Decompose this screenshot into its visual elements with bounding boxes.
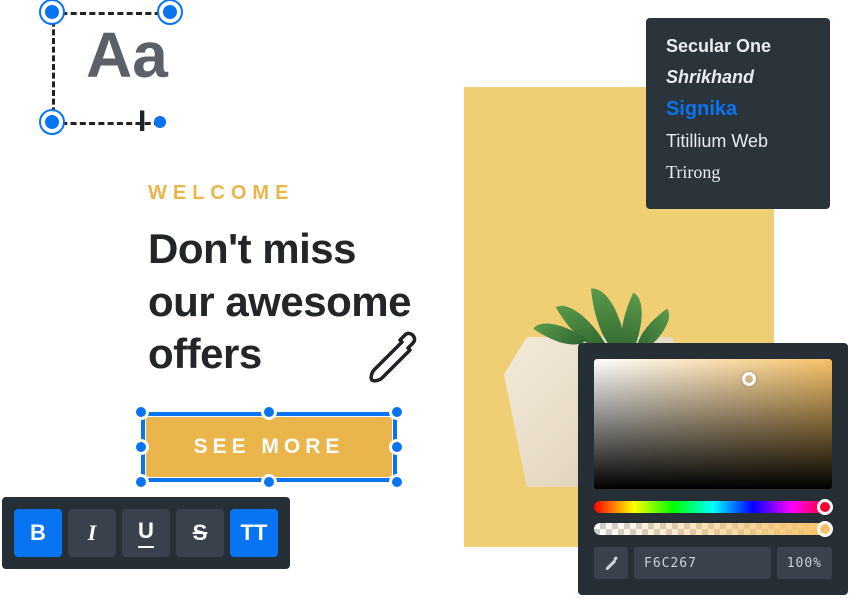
- cta-button[interactable]: SEE MORE: [146, 417, 392, 477]
- resize-handle-tc[interactable]: [261, 404, 277, 420]
- uppercase-button[interactable]: TT: [230, 509, 278, 557]
- selection-dashed-left: [52, 12, 55, 122]
- underline-icon: U: [138, 518, 154, 548]
- hue-slider[interactable]: [594, 501, 832, 513]
- font-option-shrikhand[interactable]: Shrikhand: [666, 67, 810, 88]
- text-handle-bl[interactable]: [41, 111, 63, 133]
- font-option-trirong[interactable]: Trirong: [666, 162, 810, 183]
- selection-dashed-top: [52, 12, 170, 15]
- text-cursor-icon: I: [138, 105, 146, 139]
- eyedropper-cursor: [360, 330, 420, 390]
- cta-selection-group[interactable]: SEE MORE: [134, 405, 404, 489]
- eyedropper-icon: [604, 555, 618, 571]
- resize-handle-br[interactable]: [389, 474, 405, 490]
- text-element-label[interactable]: Aa: [86, 18, 168, 92]
- underline-button[interactable]: U: [122, 509, 170, 557]
- resize-handle-mr[interactable]: [389, 439, 405, 455]
- resize-handle-bl[interactable]: [133, 474, 149, 490]
- resize-handle-bc[interactable]: [261, 474, 277, 490]
- resize-handle-ml[interactable]: [133, 439, 149, 455]
- text-handle-br[interactable]: [154, 116, 166, 128]
- italic-icon: I: [88, 520, 97, 546]
- canvas-text-column: WELCOME Don't miss our awesome offers SE…: [94, 87, 464, 547]
- font-option-secular-one[interactable]: Secular One: [666, 36, 810, 57]
- color-picker-panel: F6C267 100%: [578, 343, 848, 595]
- hex-input[interactable]: F6C267: [634, 547, 771, 579]
- color-swatch-area[interactable]: [594, 359, 832, 489]
- strikethrough-button[interactable]: S: [176, 509, 224, 557]
- eyedropper-button[interactable]: [594, 547, 628, 579]
- italic-button[interactable]: I: [68, 509, 116, 557]
- color-swatch-cursor[interactable]: [742, 372, 756, 386]
- text-handle-tr[interactable]: [159, 1, 181, 23]
- strikethrough-icon: S: [193, 520, 208, 546]
- opacity-input[interactable]: 100%: [777, 547, 832, 579]
- font-option-titillium-web[interactable]: Titillium Web: [666, 131, 810, 152]
- text-element-selection[interactable]: Aa I: [40, 0, 180, 150]
- text-format-toolbar: B I U S TT: [2, 497, 290, 569]
- bold-button[interactable]: B: [14, 509, 62, 557]
- font-option-signika[interactable]: Signika: [666, 98, 810, 121]
- text-handle-tl[interactable]: [41, 1, 63, 23]
- eyebrow-text[interactable]: WELCOME: [148, 182, 430, 205]
- bold-icon: B: [30, 520, 46, 546]
- resize-handle-tr[interactable]: [389, 404, 405, 420]
- hue-slider-handle[interactable]: [817, 499, 833, 515]
- resize-handle-tl[interactable]: [133, 404, 149, 420]
- font-dropdown[interactable]: Secular One Shrikhand Signika Titillium …: [646, 18, 830, 209]
- opacity-slider-handle[interactable]: [817, 521, 833, 537]
- uppercase-icon: TT: [241, 520, 268, 546]
- opacity-slider[interactable]: [594, 523, 832, 535]
